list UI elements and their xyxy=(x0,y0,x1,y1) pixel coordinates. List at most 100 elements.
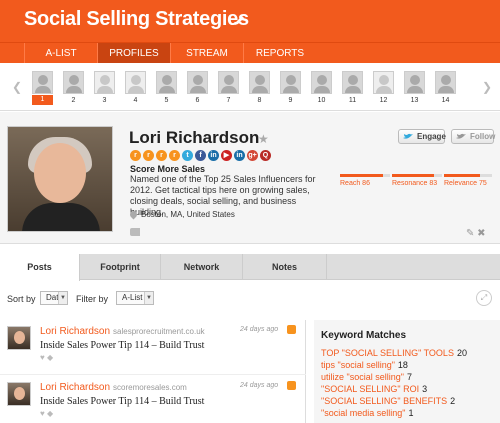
tab-network[interactable]: Network xyxy=(161,254,243,280)
post-item[interactable]: Lori Richardson salesprorecruitment.co.uk… xyxy=(0,320,306,375)
profile-thumb[interactable] xyxy=(94,71,115,94)
rss-icon[interactable]: r xyxy=(169,150,180,161)
profile-tools: ✎ ✖ xyxy=(466,228,486,239)
heart-icon[interactable]: ♥ xyxy=(40,409,45,418)
profile-thumb-number: 9 xyxy=(288,97,293,104)
profile-thumb-number: 10 xyxy=(317,97,326,104)
profile-thumb-number: 2 xyxy=(71,97,76,104)
tag-icon[interactable] xyxy=(130,228,140,236)
keyword-item[interactable]: "SOCIAL SELLING" BENEFITS 2 xyxy=(321,396,455,406)
heart-icon[interactable]: ♥ xyxy=(40,353,45,362)
keyword-term[interactable]: "social media selling" xyxy=(321,408,405,418)
chevron-right-icon[interactable]: ❯ xyxy=(482,80,492,94)
nav-tab-stream[interactable]: STREAM xyxy=(170,43,243,64)
post-author[interactable]: Lori Richardson xyxy=(40,382,110,393)
keyword-term[interactable]: "SOCIAL SELLING" ROI xyxy=(321,384,419,394)
profile-thumb[interactable] xyxy=(404,71,425,94)
nav-tab-a-list[interactable]: A-LIST xyxy=(24,43,97,64)
sort-select[interactable]: Date ▼ xyxy=(40,291,68,305)
post-author[interactable]: Lori Richardson xyxy=(40,326,110,337)
content-tabs: Posts Footprint Network Notes xyxy=(0,254,500,281)
keyword-item[interactable]: tips "social selling" 18 xyxy=(321,360,408,370)
profile-thumb[interactable] xyxy=(435,71,456,94)
profile-thumb[interactable] xyxy=(311,71,332,94)
main-nav: A-LIST PROFILES STREAM REPORTS xyxy=(0,42,500,64)
chevron-left-icon[interactable]: ❮ xyxy=(12,80,22,94)
filter-select[interactable]: A-List ▼ xyxy=(116,291,154,305)
google-plus-icon[interactable]: g+ xyxy=(247,150,258,161)
facebook-icon[interactable]: f xyxy=(195,150,206,161)
edit-icon[interactable]: ✎ xyxy=(466,228,474,239)
twitter-icon[interactable]: t xyxy=(182,150,193,161)
tag-icon[interactable]: ◆ xyxy=(47,353,53,362)
profile-headline: Score More Sales xyxy=(130,164,206,174)
post-item[interactable]: Lori Richardson scoremoresales.com 24 day… xyxy=(0,376,306,423)
nav-tab-profiles[interactable]: PROFILES xyxy=(97,43,170,64)
star-icon[interactable]: ★ xyxy=(258,132,269,146)
profile-thumb-number: 5 xyxy=(164,97,169,104)
twitter-bird-icon xyxy=(403,133,413,139)
quora-icon[interactable]: Q xyxy=(260,150,271,161)
keyword-item[interactable]: TOP "SOCIAL SELLING" TOOLS 20 xyxy=(321,348,467,358)
profile-avatar xyxy=(7,126,113,232)
profile-thumb[interactable] xyxy=(342,71,363,94)
profile-location: Boston, MA, United States xyxy=(128,209,235,220)
delete-tag-icon[interactable]: ✖ xyxy=(477,228,485,239)
profile-panel: Lori Richardson ★ r r r r t f in ▶ in g+ Q Score M… xyxy=(0,112,500,244)
profile-thumb[interactable] xyxy=(373,71,394,94)
twitter-bird-icon xyxy=(456,133,466,139)
rss-icon xyxy=(287,381,296,390)
keyword-count: 2 xyxy=(450,396,456,406)
keyword-count: 3 xyxy=(422,384,428,394)
profile-thumb-number: 8 xyxy=(257,97,262,104)
rss-icon[interactable]: r xyxy=(130,150,141,161)
keyword-item[interactable]: utilize "social selling" 7 xyxy=(321,372,412,382)
pencil-icon[interactable] xyxy=(234,14,246,26)
keyword-item[interactable]: "SOCIAL SELLING" ROI 3 xyxy=(321,384,427,394)
profile-thumb[interactable] xyxy=(249,71,270,94)
location-text: Boston, MA, United States xyxy=(141,210,235,219)
rss-icon[interactable]: r xyxy=(156,150,167,161)
profile-thumb[interactable] xyxy=(125,71,146,94)
profile-thumb[interactable] xyxy=(218,71,239,94)
tab-footprint[interactable]: Footprint xyxy=(80,254,161,280)
post-title[interactable]: Inside Sales Power Tip 114 – Build Trust xyxy=(40,340,204,351)
keyword-count: 7 xyxy=(406,372,412,382)
profile-thumb[interactable] xyxy=(63,71,84,94)
rss-icon[interactable]: r xyxy=(143,150,154,161)
youtube-icon[interactable]: ▶ xyxy=(221,150,232,161)
keyword-term[interactable]: TOP "SOCIAL SELLING" TOOLS xyxy=(321,348,454,358)
post-time: 24 days ago xyxy=(240,382,279,389)
post-source[interactable]: salesprorecruitment.co.uk xyxy=(113,327,205,336)
expand-icon[interactable]: ⤢ xyxy=(476,290,492,306)
social-icons: r r r r t f in ▶ in g+ Q xyxy=(130,150,273,162)
profile-thumb[interactable] xyxy=(156,71,177,94)
nav-tab-reports[interactable]: REPORTS xyxy=(243,43,316,64)
profile-strip: ❮ 1 2 3 4 5 6 7 8 9 10 11 12 13 14 ❯ xyxy=(0,63,500,111)
post-time: 24 days ago xyxy=(240,326,279,333)
linkedin-icon[interactable]: in xyxy=(234,150,245,161)
follow-button[interactable]: Follow xyxy=(451,129,495,144)
profile-name: Lori Richardson xyxy=(129,128,260,147)
post-avatar xyxy=(7,326,31,350)
metric-label-reach: Reach 86 xyxy=(340,180,370,187)
post-title[interactable]: Inside Sales Power Tip 114 – Build Trust xyxy=(40,396,204,407)
tab-posts[interactable]: Posts xyxy=(0,254,80,281)
engage-button[interactable]: Engage xyxy=(398,129,446,144)
keyword-item[interactable]: "social media selling" 1 xyxy=(321,408,413,418)
tab-notes[interactable]: Notes xyxy=(243,254,327,280)
post-actions: ♥ ◆ xyxy=(40,353,53,362)
keyword-term[interactable]: tips "social selling" xyxy=(321,360,395,370)
filter-label: Filter by xyxy=(76,294,109,304)
keyword-term[interactable]: "SOCIAL SELLING" BENEFITS xyxy=(321,396,447,406)
keyword-term[interactable]: utilize "social selling" xyxy=(321,372,404,382)
keyword-count: 18 xyxy=(397,360,408,370)
tag-icon[interactable]: ◆ xyxy=(47,409,53,418)
profile-thumb[interactable] xyxy=(280,71,301,94)
linkedin-icon[interactable]: in xyxy=(208,150,219,161)
profile-thumb[interactable] xyxy=(187,71,208,94)
post-source[interactable]: scoremoresales.com xyxy=(113,383,187,392)
profile-thumb-number: 7 xyxy=(226,97,231,104)
profile-thumb[interactable] xyxy=(32,71,53,94)
posts-list: Lori Richardson salesprorecruitment.co.uk… xyxy=(0,320,306,423)
